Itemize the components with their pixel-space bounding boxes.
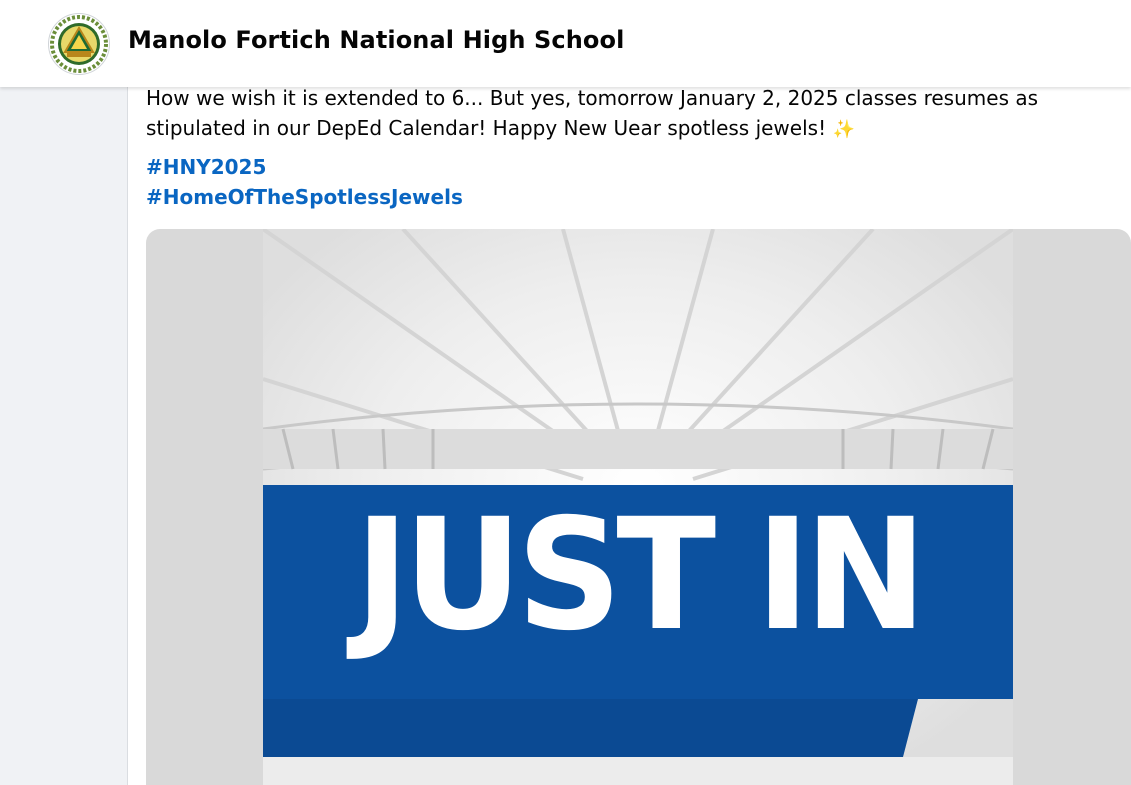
school-logo-avatar[interactable]	[48, 13, 110, 75]
page-name[interactable]: Manolo Fortich National High School	[128, 26, 624, 54]
post-text-body: How we wish it is extended to 6... But y…	[146, 86, 1039, 140]
post-viewer: How we wish it is extended to 6... But y…	[0, 0, 1131, 785]
just-in-graphic: JUST IN	[263, 229, 1013, 785]
post-image[interactable]: JUST IN	[146, 229, 1131, 785]
school-seal-icon	[50, 15, 108, 73]
just-in-text: JUST IN	[354, 486, 927, 665]
post-text: How we wish it is extended to 6... But y…	[146, 83, 1126, 145]
left-gutter	[0, 0, 128, 785]
post-header: Manolo Fortich National High School	[0, 0, 1131, 87]
hashtag-list: #HNY2025 #HomeOfTheSpotlessJewels	[146, 152, 463, 212]
hashtag-hny2025[interactable]: #HNY2025	[146, 152, 463, 182]
sparkles-icon: ✨	[832, 119, 855, 140]
hashtag-home-of-the-spotless-jewels[interactable]: #HomeOfTheSpotlessJewels	[146, 182, 463, 212]
blue-banner-strip	[263, 699, 918, 757]
